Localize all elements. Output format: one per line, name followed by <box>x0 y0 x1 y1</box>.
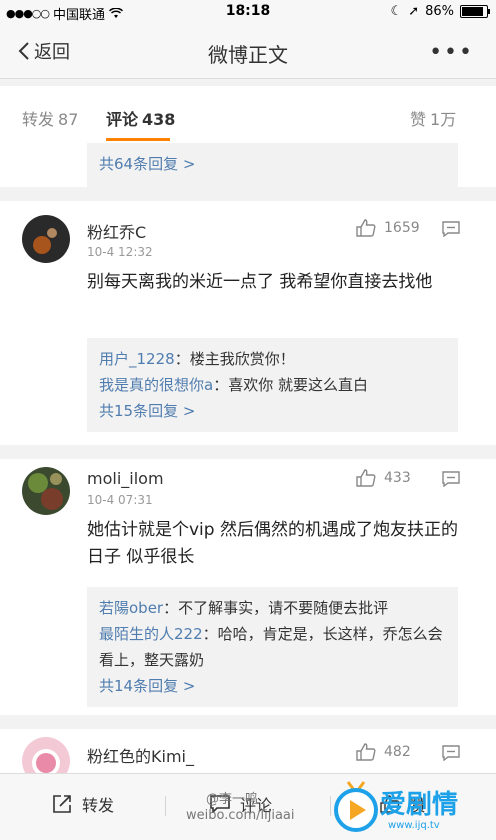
watermark-handle: @李一鸣 <box>206 792 259 807</box>
page-title: 微博正文 <box>208 43 288 67</box>
moon-icon: ☾ <box>390 4 403 19</box>
username[interactable]: 粉红色的Kimi_ <box>87 743 194 767</box>
tv-play-icon <box>334 781 378 832</box>
timestamp: 10-4 07:31 <box>87 493 153 507</box>
reply-username[interactable]: 用户_1228 <box>99 350 175 368</box>
watermark-url: weibo.com/lijiaai <box>186 808 295 823</box>
like-button[interactable]: 1659 <box>356 219 420 237</box>
avatar[interactable] <box>22 215 70 263</box>
reply-username[interactable]: 若陽ober <box>99 599 163 617</box>
reply-text: ：不了解事实，请不要随便去批评 <box>163 599 389 617</box>
reply-username[interactable]: 最陌生的人222 <box>99 625 203 643</box>
tab-bar: 转发 87 评论 438 赞 1万 <box>0 86 496 144</box>
like-count: 1659 <box>384 220 420 236</box>
comment-text: 别每天离我的米近一点了 我希望你直接去找他 <box>87 272 433 292</box>
thumbs-up-icon <box>356 219 376 237</box>
repost-icon <box>53 795 71 813</box>
avatar[interactable] <box>22 467 70 515</box>
comment-icon[interactable] <box>442 471 460 491</box>
reply-username[interactable]: 我是真的很想你a <box>99 376 213 394</box>
more-replies-link[interactable]: 共64条回复 > <box>99 155 195 173</box>
location-icon: ➚ <box>408 4 420 19</box>
like-button[interactable]: 433 <box>356 469 411 487</box>
reply-item: 最陌生的人222：哈哈，肯定是，长这样，乔怎么会看上，整天露奶 <box>99 621 446 673</box>
tab-likes[interactable]: 赞 1万 <box>410 106 456 130</box>
tab-comments[interactable]: 评论 438 <box>106 106 175 130</box>
like-count: 433 <box>384 470 411 486</box>
like-count: 482 <box>384 744 411 760</box>
comment-card: 粉红乔C 10-4 12:32 1659 别每天离我的米近一点了 我希望你直接去… <box>0 201 496 445</box>
reply-box: 用户_1228：楼主我欣赏你！ 我是真的很想你a：喜欢你 就要这么直白 共15条… <box>87 338 458 432</box>
thumbs-up-icon <box>356 469 376 487</box>
comment-card: 共64条回复 > <box>0 143 496 187</box>
comment-text: 她估计就是个vip 然后偶然的机遇成了炮友扶正的日子 似乎很长 <box>87 520 458 567</box>
like-button[interactable]: 482 <box>356 743 411 761</box>
site-logo: 爱剧情 www.ijq.tv <box>332 776 492 836</box>
timestamp: 10-4 12:32 <box>87 245 153 259</box>
reply-item: 我是真的很想你a：喜欢你 就要这么直白 <box>99 372 446 398</box>
reply-box: 若陽ober：不了解事实，请不要随便去批评 最陌生的人222：哈哈，肯定是，长这… <box>87 587 458 707</box>
comment-card: moli_ilom 10-4 07:31 433 她估计就是个vip 然后偶然的… <box>0 459 496 715</box>
active-tab-indicator <box>106 138 170 141</box>
more-replies-link[interactable]: 共14条回复 > <box>99 673 446 699</box>
logo-brand: 爱剧情 <box>380 790 459 820</box>
username[interactable]: moli_ilom <box>87 469 164 488</box>
thumbs-up-icon <box>356 743 376 761</box>
username[interactable]: 粉红乔C <box>87 219 146 243</box>
nav-bar: 返回 微博正文 ••• <box>0 26 496 79</box>
battery-percent: 86% <box>425 4 454 19</box>
repost-button[interactable]: 转发 <box>52 792 114 816</box>
logo-site: www.ijq.tv <box>388 820 440 831</box>
battery-icon <box>460 5 490 18</box>
reply-item: 用户_1228：楼主我欣赏你！ <box>99 346 446 372</box>
more-replies-link[interactable]: 共15条回复 > <box>99 398 446 424</box>
reply-box: 共64条回复 > <box>87 143 458 187</box>
divider <box>165 796 166 816</box>
comment-icon[interactable] <box>442 221 460 241</box>
tab-repost[interactable]: 转发 87 <box>22 106 78 130</box>
reply-text: ：喜欢你 就要这么直白 <box>213 376 368 394</box>
reply-text: ：楼主我欣赏你！ <box>174 350 295 368</box>
status-bar: ●●●○○ 中国联通 18:18 ☾ ➚ 86% <box>0 0 496 26</box>
more-options-icon[interactable]: ••• <box>429 40 474 65</box>
comment-icon[interactable] <box>442 745 460 765</box>
divider <box>330 796 331 816</box>
reply-item: 若陽ober：不了解事实，请不要随便去批评 <box>99 595 446 621</box>
